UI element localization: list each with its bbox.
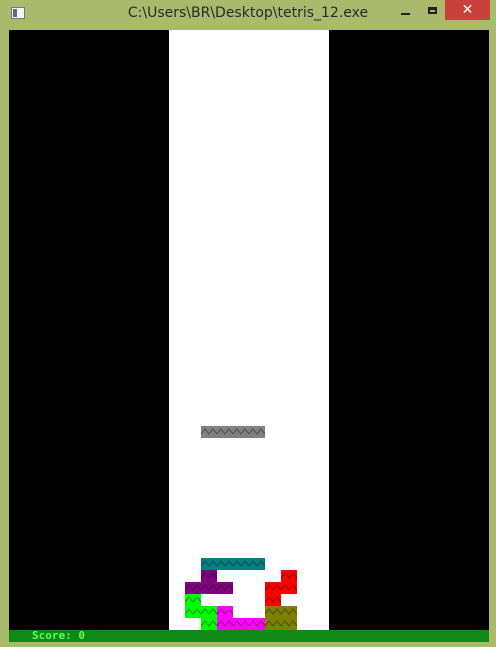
settled-block-purple [217, 582, 233, 594]
settled-block-olive [265, 618, 281, 630]
settled-block-purple [201, 570, 217, 582]
settled-block-teal [217, 558, 233, 570]
settled-block-green [201, 618, 217, 630]
falling-piece-block [201, 426, 217, 438]
settled-block-olive [265, 606, 281, 618]
settled-block-magenta [233, 618, 249, 630]
settled-block-red [281, 582, 297, 594]
status-bar: Score: 0 [9, 629, 489, 642]
score-label: Score: 0 [32, 629, 85, 642]
tetris-playfield [169, 30, 329, 630]
settled-block-magenta [217, 618, 233, 630]
falling-piece-block [217, 426, 233, 438]
settled-block-green [201, 606, 217, 618]
maximize-icon [427, 6, 437, 14]
close-icon: ✕ [461, 2, 474, 18]
falling-piece-block [233, 426, 249, 438]
settled-block-green [185, 594, 201, 606]
settled-block-teal [201, 558, 217, 570]
settled-block-olive [281, 618, 297, 630]
settled-block-red [281, 570, 297, 582]
settled-block-teal [233, 558, 249, 570]
minimize-icon [400, 13, 410, 15]
settled-block-magenta [217, 606, 233, 618]
settled-block-olive [281, 606, 297, 618]
settled-block-green [185, 606, 201, 618]
close-button[interactable]: ✕ [445, 0, 490, 20]
settled-block-magenta [249, 618, 265, 630]
maximize-button[interactable] [419, 0, 445, 20]
title-bar[interactable]: C:\Users\BR\Desktop\tetris_12.exe ✕ [0, 0, 496, 28]
minimize-button[interactable] [392, 0, 418, 20]
settled-block-teal [249, 558, 265, 570]
console-area[interactable]: Score: 0 [9, 30, 489, 642]
settled-block-red [265, 594, 281, 606]
settled-block-purple [201, 582, 217, 594]
settled-block-red [265, 582, 281, 594]
settled-block-purple [185, 582, 201, 594]
falling-piece-block [249, 426, 265, 438]
